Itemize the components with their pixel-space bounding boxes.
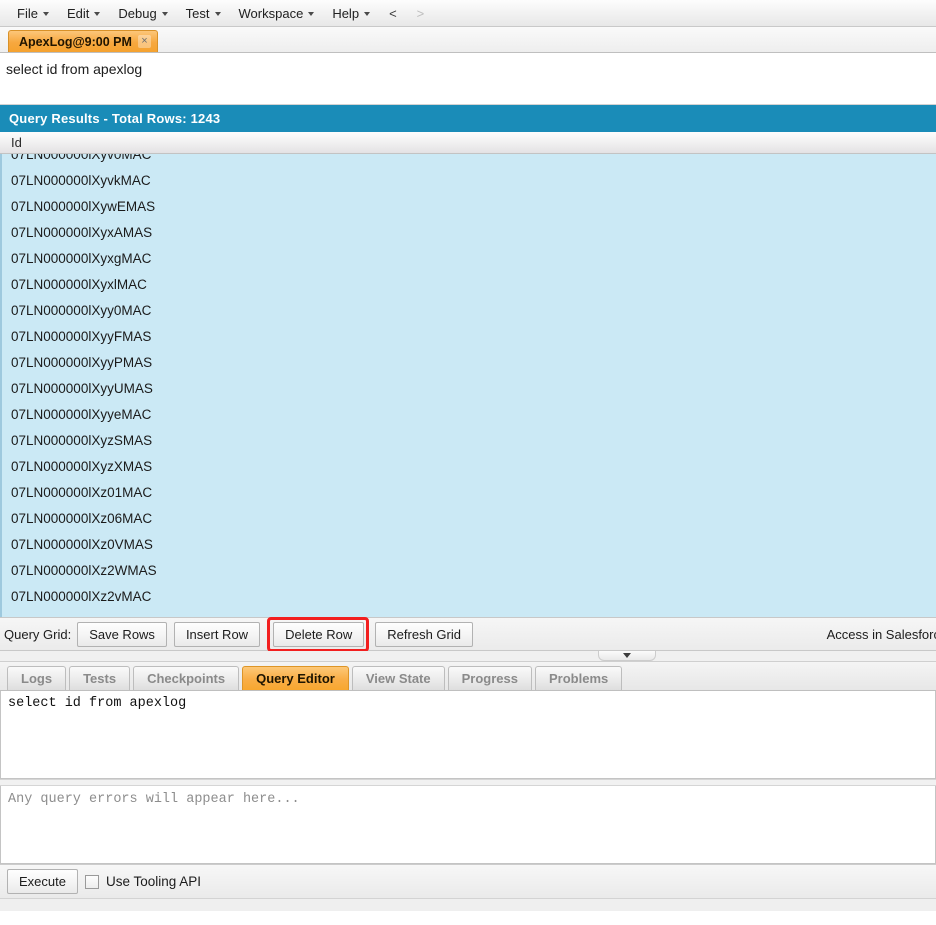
table-row[interactable]: 07LN000000lXyyUMAS xyxy=(2,376,936,402)
query-grid-toolbar: Query Grid: Save Rows Insert Row Delete … xyxy=(0,616,936,652)
delete-row-button[interactable]: Delete Row xyxy=(273,621,365,647)
query-results-header-label: Query Results - Total Rows: 1243 xyxy=(9,111,221,126)
chevron-down-icon xyxy=(42,12,49,16)
menu-item-workspace[interactable]: Workspace xyxy=(230,3,324,24)
query-error-placeholder: Any query errors will appear here... xyxy=(8,792,300,807)
collapse-panel-handle[interactable] xyxy=(598,651,656,661)
tab-tests[interactable]: Tests xyxy=(69,666,131,690)
tab-checkpoints[interactable]: Checkpoints xyxy=(133,666,240,690)
menu-item-test[interactable]: Test xyxy=(177,3,230,24)
table-row[interactable]: 07LN000000lXywEMAS xyxy=(2,194,936,220)
menu-item-debug[interactable]: Debug xyxy=(109,3,176,24)
tab-view-state[interactable]: View State xyxy=(351,666,445,690)
query-action-bar: Execute Use Tooling API xyxy=(0,864,936,898)
bottom-filler xyxy=(0,898,936,911)
table-row[interactable]: 07LN000000lXyyPMAS xyxy=(2,350,936,376)
results-grid-body[interactable]: 07LN000000lXyv0MAC 07LN000000lXyvkMAC 07LN… xyxy=(0,154,936,617)
bottom-panel-tabs: Logs Tests Checkpoints Query Editor View Sta… xyxy=(0,662,936,691)
query-display-panel[interactable]: select id from apexlog xyxy=(0,53,936,105)
query-display-text: select id from apexlog xyxy=(6,61,143,77)
document-tab-apexlog[interactable]: ApexLog@9:00 PM × xyxy=(8,30,158,52)
menu-item-help-label: Help xyxy=(332,5,360,21)
access-in-salesforce-link[interactable]: Access in Salesforc xyxy=(827,627,936,642)
menu-item-edit-label: Edit xyxy=(66,5,90,21)
menu-item-debug-label: Debug xyxy=(118,5,157,21)
query-results-header: Query Results - Total Rows: 1243 xyxy=(0,105,936,132)
query-grid-label: Query Grid: xyxy=(4,626,72,642)
chevron-down-icon xyxy=(364,12,371,16)
table-row[interactable]: 07LN000000lXz2WMAS xyxy=(2,558,936,584)
panel-splitter xyxy=(0,651,936,662)
table-row[interactable]: 07LN000000lXyxlMAC xyxy=(2,272,936,298)
table-row[interactable]: 07LN000000lXyxAMAS xyxy=(2,220,936,246)
table-row[interactable]: 07LN000000lXyyFMAS xyxy=(2,324,936,350)
menu-item-help[interactable]: Help xyxy=(323,3,379,24)
table-row[interactable]: 07LN000000lXz2vMAC xyxy=(2,584,936,610)
table-row[interactable]: 07LN000000lXz01MAC xyxy=(2,480,936,506)
menu-item-file-label: File xyxy=(17,5,38,21)
query-editor-text: select id from apexlog xyxy=(8,696,187,711)
table-row[interactable]: 07LN000000lXz0VMAS xyxy=(2,532,936,558)
table-row[interactable]: 07LN000000lXyvkMAC xyxy=(2,168,936,194)
menu-item-test-label: Test xyxy=(185,5,210,21)
close-icon[interactable]: × xyxy=(137,35,151,48)
table-row[interactable]: 07LN000000lXyxgMAC xyxy=(2,246,936,272)
document-tab-label: ApexLog@9:00 PM xyxy=(19,34,132,49)
use-tooling-api-label[interactable]: Use Tooling API xyxy=(106,874,201,889)
table-row[interactable]: 07LN000000lXyyeMAC xyxy=(2,402,936,428)
nav-previous-icon[interactable]: < xyxy=(379,4,407,23)
menu-item-workspace-label: Workspace xyxy=(238,5,304,21)
document-tab-strip: ApexLog@9:00 PM × xyxy=(0,27,936,53)
tab-logs[interactable]: Logs xyxy=(7,666,67,690)
chevron-down-icon xyxy=(308,12,315,16)
delete-row-highlight: Delete Row xyxy=(267,616,370,652)
execute-button[interactable]: Execute xyxy=(7,869,78,894)
grid-column-header: Id xyxy=(0,132,936,154)
query-editor-input[interactable]: select id from apexlog xyxy=(0,691,936,779)
nav-next-icon[interactable]: > xyxy=(407,4,435,23)
table-row[interactable]: 07LN000000lXyy0MAC xyxy=(2,298,936,324)
tab-query-editor[interactable]: Query Editor xyxy=(242,666,349,690)
query-error-panel[interactable]: Any query errors will appear here... xyxy=(0,786,936,864)
results-grid-rows: 07LN000000lXyv0MAC 07LN000000lXyvkMAC 07LN… xyxy=(2,154,936,610)
table-row[interactable]: 07LN000000lXyzSMAS xyxy=(2,428,936,454)
menu-bar: File Edit Debug Test Workspace Help < > xyxy=(0,0,936,27)
table-row[interactable]: 07LN000000lXz06MAC xyxy=(2,506,936,532)
chevron-down-icon xyxy=(214,12,221,16)
menu-item-file[interactable]: File xyxy=(8,3,58,24)
insert-row-button[interactable]: Insert Row xyxy=(173,621,261,647)
use-tooling-api-checkbox[interactable] xyxy=(84,874,99,889)
chevron-down-icon xyxy=(623,653,631,658)
chevron-down-icon xyxy=(161,12,168,16)
refresh-grid-button[interactable]: Refresh Grid xyxy=(375,621,473,647)
menu-item-edit[interactable]: Edit xyxy=(58,3,109,24)
table-row[interactable]: 07LN000000lXyzXMAS xyxy=(2,454,936,480)
table-row[interactable]: 07LN000000lXyv0MAC xyxy=(2,154,936,168)
save-rows-button[interactable]: Save Rows xyxy=(77,621,167,647)
tab-progress[interactable]: Progress xyxy=(447,666,532,690)
grid-column-header-id[interactable]: Id xyxy=(11,135,22,150)
chevron-down-icon xyxy=(94,12,101,16)
tab-problems[interactable]: Problems xyxy=(535,666,623,690)
editor-separator xyxy=(0,779,936,786)
